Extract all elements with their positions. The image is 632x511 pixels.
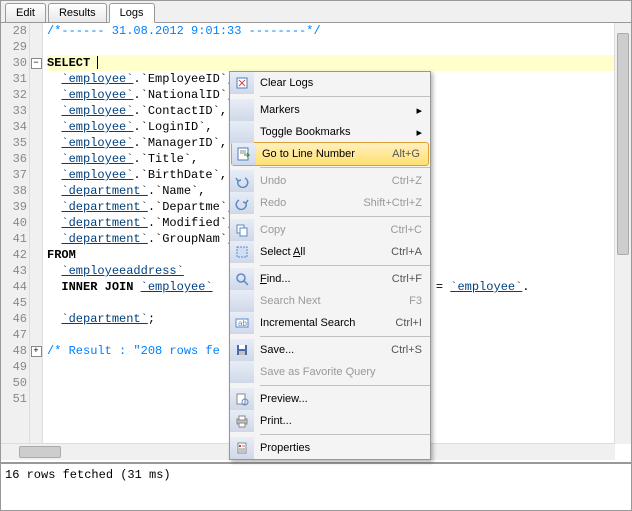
code-line[interactable] [47, 39, 631, 55]
blank-icon [230, 121, 254, 143]
menu-item-clear-logs[interactable]: Clear Logs [230, 72, 430, 94]
find-icon [230, 268, 254, 290]
menu-item-select-all[interactable]: Select AllCtrl+A [230, 241, 430, 263]
menu-item-preview[interactable]: Preview... [230, 388, 430, 410]
menu-item-copy: CopyCtrl+C [230, 219, 430, 241]
menu-shortcut: Ctrl+I [395, 317, 422, 329]
menu-item-markers[interactable]: Markers▸ [230, 99, 430, 121]
selall-icon [230, 241, 254, 263]
menu-separator [260, 167, 430, 168]
menu-item-go-to-line-number[interactable]: Go to Line NumberAlt+G [231, 142, 429, 166]
fold-gutter[interactable]: −+ [30, 23, 43, 443]
menu-label: Save... [260, 344, 391, 356]
menu-separator [260, 385, 430, 386]
menu-separator [260, 96, 430, 97]
menu-label: Toggle Bookmarks [260, 126, 416, 138]
menu-label: Save as Favorite Query [260, 366, 426, 378]
menu-label: Markers [260, 104, 416, 116]
menu-label: Undo [260, 175, 392, 187]
blank-icon [230, 99, 254, 121]
fold-toggle[interactable]: + [31, 346, 42, 357]
submenu-arrow-icon: ▸ [416, 104, 422, 117]
menu-label: Incremental Search [260, 317, 395, 329]
scrollbar-thumb[interactable] [19, 446, 61, 458]
menu-shortcut: Ctrl+F [392, 273, 422, 285]
menu-shortcut: F3 [409, 295, 422, 307]
menu-label: Find... [260, 273, 392, 285]
menu-label: Properties [260, 442, 426, 454]
copy-icon [230, 219, 254, 241]
fold-toggle[interactable]: − [31, 58, 42, 69]
menu-shortcut: Alt+G [392, 148, 420, 160]
code-line[interactable]: SELECT [47, 55, 631, 71]
menu-item-search-next: Search NextF3 [230, 290, 430, 312]
submenu-arrow-icon: ▸ [416, 126, 422, 139]
menu-label: Preview... [260, 393, 426, 405]
redo-icon [230, 192, 254, 214]
menu-item-save[interactable]: Save...Ctrl+S [230, 339, 430, 361]
tab-edit[interactable]: Edit [5, 3, 46, 22]
output-panel: 16 rows fetched (31 ms) [1, 462, 631, 510]
menu-item-save-as-favorite-query: Save as Favorite Query [230, 361, 430, 383]
line-gutter: 2829303132333435363738394041424344454647… [1, 23, 30, 443]
menu-shortcut: Ctrl+C [391, 224, 422, 236]
code-line[interactable]: /*------ 31.08.2012 9:01:33 --------*/ [47, 23, 631, 39]
scrollbar-vertical[interactable] [614, 23, 631, 444]
svg-text:ab: ab [238, 319, 247, 328]
tab-logs[interactable]: Logs [109, 3, 155, 23]
menu-label: Select All [260, 246, 391, 258]
menu-item-properties[interactable]: Properties [230, 437, 430, 459]
goto-icon [232, 143, 256, 165]
tab-bar: EditResultsLogs [1, 1, 631, 23]
menu-item-incremental-search[interactable]: ab Incremental SearchCtrl+I [230, 312, 430, 334]
preview-icon [230, 388, 254, 410]
print-icon [230, 410, 254, 432]
menu-shortcut: Ctrl+A [391, 246, 422, 258]
menu-label: Redo [260, 197, 363, 209]
scrollbar-thumb[interactable] [617, 33, 629, 255]
menu-label: Search Next [260, 295, 409, 307]
props-icon [230, 437, 254, 459]
menu-separator [260, 265, 430, 266]
clear-icon [230, 72, 254, 94]
menu-item-undo: UndoCtrl+Z [230, 170, 430, 192]
menu-item-toggle-bookmarks[interactable]: Toggle Bookmarks▸ [230, 121, 430, 143]
context-menu[interactable]: Clear LogsMarkers▸Toggle Bookmarks▸Go to… [229, 71, 431, 460]
inc-icon: ab [230, 312, 254, 334]
undo-icon [230, 170, 254, 192]
save-icon [230, 339, 254, 361]
menu-label: Go to Line Number [262, 148, 392, 160]
menu-shortcut: Shift+Ctrl+Z [363, 197, 422, 209]
menu-separator [260, 434, 430, 435]
blank-icon [230, 361, 254, 383]
menu-separator [260, 336, 430, 337]
output-text: 16 rows fetched (31 ms) [5, 468, 171, 482]
menu-item-redo: RedoShift+Ctrl+Z [230, 192, 430, 214]
blank-icon [230, 290, 254, 312]
menu-item-print[interactable]: Print... [230, 410, 430, 432]
menu-shortcut: Ctrl+S [391, 344, 422, 356]
menu-label: Print... [260, 415, 426, 427]
menu-label: Clear Logs [260, 77, 426, 89]
menu-item-find[interactable]: Find...Ctrl+F [230, 268, 430, 290]
menu-label: Copy [260, 224, 391, 236]
tab-results[interactable]: Results [48, 3, 107, 22]
menu-shortcut: Ctrl+Z [392, 175, 422, 187]
menu-separator [260, 216, 430, 217]
